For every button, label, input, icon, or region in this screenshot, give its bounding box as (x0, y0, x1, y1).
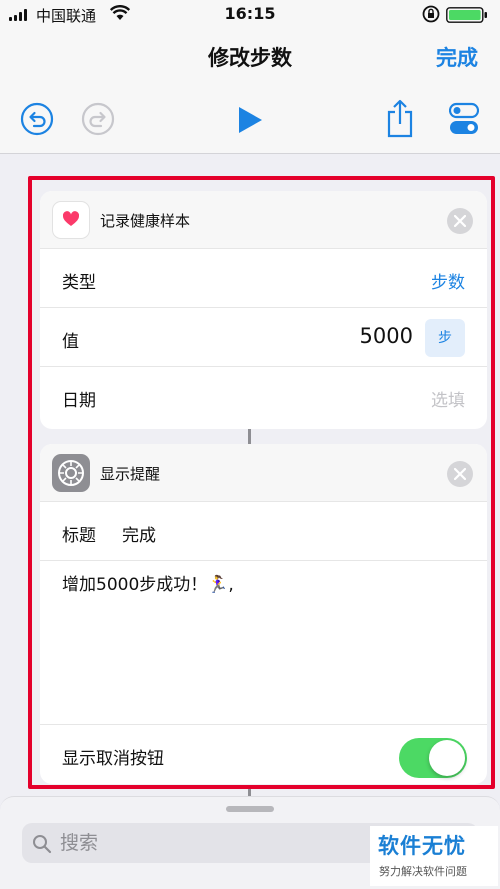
search-input[interactable] (60, 828, 360, 858)
redo-icon[interactable] (81, 102, 115, 136)
watermark-sub-text: 努力解决软件问题 (379, 865, 467, 878)
orientation-lock-icon (422, 5, 440, 23)
watermark: 软件无忧 努力解决软件问题 (370, 826, 498, 886)
settings-toggle-icon[interactable] (449, 102, 479, 136)
undo-icon[interactable] (20, 102, 54, 136)
nav-bar: 修改步数 完成 (0, 30, 500, 90)
page-title: 修改步数 (208, 46, 292, 70)
highlight-frame (28, 176, 495, 789)
battery-icon (446, 7, 487, 23)
share-icon[interactable] (385, 98, 415, 138)
status-bar: 中国联通 16:15 (0, 0, 500, 30)
editor-toolbar (0, 90, 500, 154)
sheet-grabber[interactable] (226, 806, 274, 812)
search-icon (33, 835, 52, 854)
watermark-main-text: 软件无忧 (378, 834, 466, 858)
play-icon[interactable] (236, 106, 264, 134)
done-button[interactable]: 完成 (436, 42, 478, 72)
